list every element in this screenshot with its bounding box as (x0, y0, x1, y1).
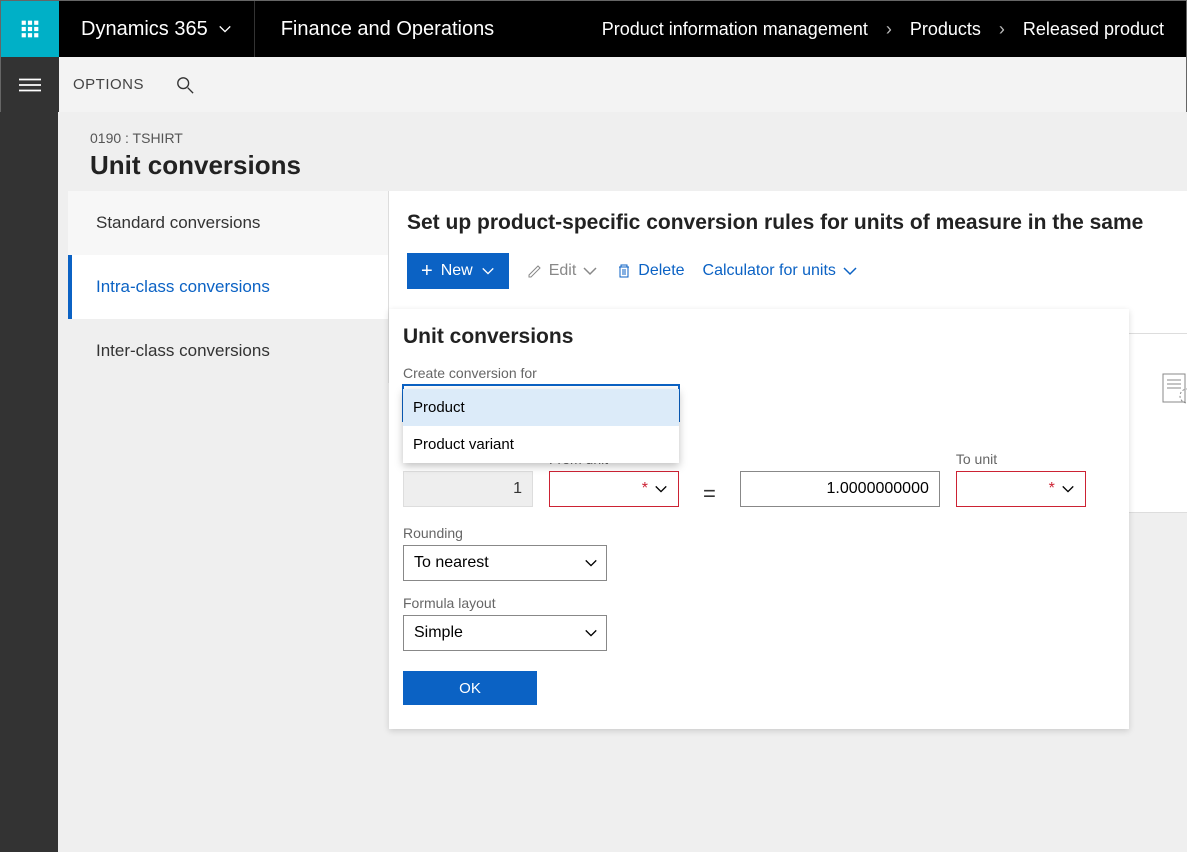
tab-standard-conversions[interactable]: Standard conversions (68, 191, 388, 255)
breadcrumb-item[interactable]: Released product (1023, 19, 1164, 40)
formula-value: Simple (414, 624, 463, 642)
edit-button[interactable]: Edit (527, 262, 599, 280)
options-tab[interactable]: OPTIONS (59, 57, 158, 112)
action-bar: OPTIONS (1, 57, 1186, 113)
side-tabs: Standard conversions Intra-class convers… (68, 191, 388, 383)
related-card: nit ning (1127, 333, 1187, 513)
chevron-down-icon (582, 263, 598, 279)
ok-button[interactable]: OK (403, 671, 537, 705)
hamburger-icon (19, 77, 41, 93)
dropdown-option-product-variant[interactable]: Product variant (403, 426, 679, 463)
top-nav: Dynamics 365 Finance and Operations Prod… (1, 1, 1186, 57)
chevron-down-icon (842, 263, 858, 279)
calculator-button-label: Calculator for units (703, 262, 836, 280)
tab-inter-class-conversions[interactable]: Inter-class conversions (68, 319, 388, 383)
section-heading: Set up product-specific conversion rules… (407, 211, 1187, 235)
create-for-label: Create conversion for (403, 365, 1115, 381)
rounding-field: Rounding To nearest (403, 525, 1115, 581)
required-icon: * (642, 480, 648, 498)
required-icon: * (1049, 480, 1055, 498)
chevron-down-icon (481, 264, 495, 278)
formula-label: Formula layout (403, 595, 1115, 611)
main-panel: Set up product-specific conversion rules… (388, 191, 1187, 383)
new-button-label: New (441, 262, 473, 280)
to-unit-select[interactable]: * (956, 471, 1086, 507)
waffle-icon (20, 19, 40, 39)
new-button[interactable]: + New (407, 253, 509, 289)
chevron-down-icon (654, 482, 668, 496)
toolbar: + New Edit Delete Calculator for units (407, 253, 1187, 289)
ok-button-label: OK (459, 680, 481, 697)
rounding-value: To nearest (414, 554, 489, 572)
from-unit-select[interactable]: * (549, 471, 679, 507)
search-icon (176, 76, 194, 94)
factor-right-input[interactable]: 1.0000000000 (740, 471, 940, 507)
document-icon (1157, 370, 1187, 406)
app-launcher-button[interactable] (1, 1, 59, 57)
left-rail (0, 112, 58, 852)
delete-button[interactable]: Delete (616, 262, 684, 280)
calculator-button[interactable]: Calculator for units (703, 262, 858, 280)
chevron-down-icon (1061, 482, 1075, 496)
chevron-right-icon: › (999, 19, 1005, 40)
factor-left-input[interactable]: 1 (403, 471, 533, 507)
nav-pane-toggle[interactable] (1, 57, 59, 112)
brand-dropdown[interactable]: Dynamics 365 (59, 1, 255, 57)
edit-button-label: Edit (549, 262, 577, 280)
brand-label: Dynamics 365 (81, 18, 208, 41)
chevron-right-icon: › (886, 19, 892, 40)
breadcrumb-item[interactable]: Products (910, 19, 981, 40)
record-context: 0190 : TSHIRT (90, 130, 1155, 146)
pencil-icon (527, 263, 543, 279)
page-header: 0190 : TSHIRT Unit conversions (58, 112, 1187, 191)
page-title: Unit conversions (90, 150, 1155, 181)
dropdown-option-product[interactable]: Product (403, 389, 679, 426)
content-area: 0190 : TSHIRT Unit conversions Standard … (58, 112, 1187, 852)
rounding-select[interactable]: To nearest (403, 545, 607, 581)
formula-select[interactable]: Simple (403, 615, 607, 651)
factor-right-value: 1.0000000000 (827, 480, 929, 498)
module-label: Finance and Operations (255, 1, 520, 57)
new-conversion-flyout: Unit conversions Create conversion for P… (389, 309, 1129, 729)
breadcrumb: Product information management › Product… (580, 1, 1186, 57)
factor-left-value: 1 (513, 480, 522, 498)
flyout-title: Unit conversions (403, 325, 1115, 349)
delete-button-label: Delete (638, 262, 684, 280)
chevron-down-icon (584, 626, 598, 640)
chevron-down-icon (584, 556, 598, 570)
tab-intra-class-conversions[interactable]: Intra-class conversions (68, 255, 388, 319)
create-for-dropdown: Product Product variant (403, 389, 679, 463)
formula-field: Formula layout Simple (403, 595, 1115, 651)
search-button[interactable] (158, 57, 212, 112)
rounding-label: Rounding (403, 525, 1115, 541)
chevron-down-icon (218, 22, 232, 36)
breadcrumb-item[interactable]: Product information management (602, 19, 868, 40)
equals-sign: = (695, 481, 724, 507)
trash-icon (616, 263, 632, 279)
to-unit-label: To unit (956, 451, 1086, 467)
plus-icon: + (421, 261, 433, 281)
